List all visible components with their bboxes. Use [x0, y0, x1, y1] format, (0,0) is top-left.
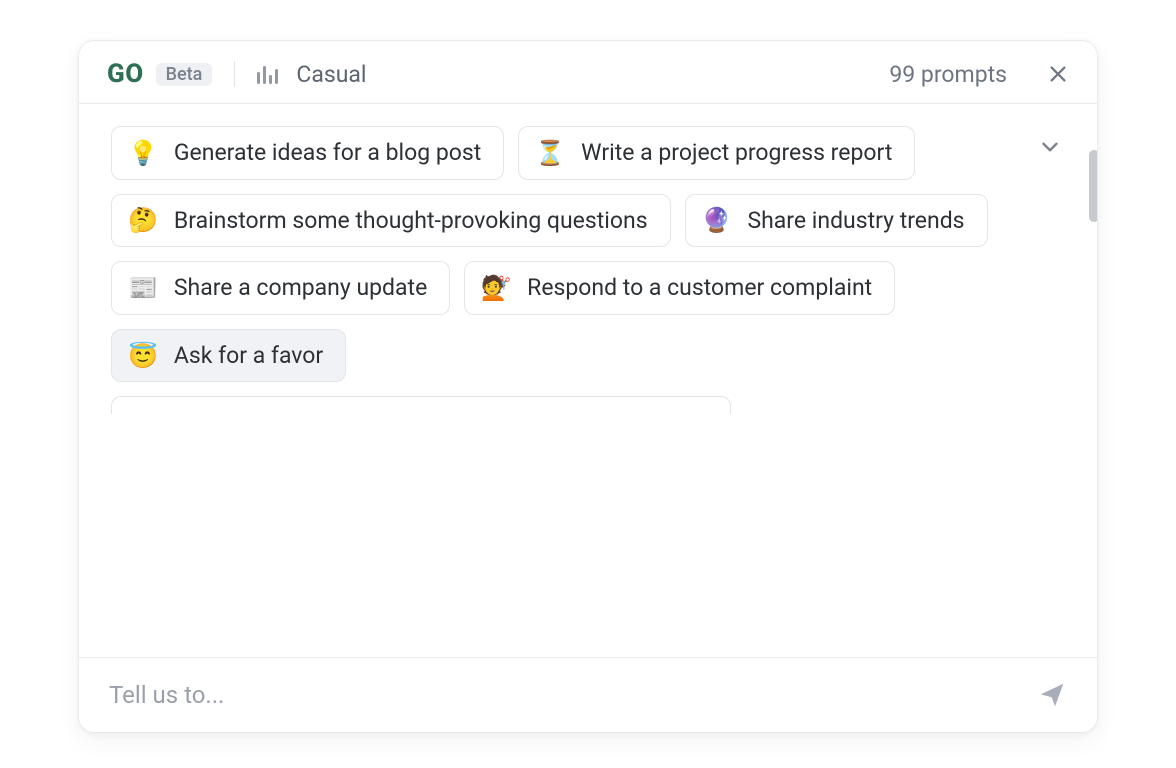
header-divider — [234, 61, 235, 87]
suggestion-chip[interactable]: 💇 Respond to a customer complaint — [464, 261, 895, 315]
suggestion-label: Ask for a favor — [174, 342, 323, 370]
beta-badge: Beta — [156, 63, 213, 86]
suggestion-emoji-icon: 📰 — [128, 276, 158, 300]
suggestion-label: Write a project progress report — [581, 139, 892, 167]
compose-bar — [79, 657, 1097, 732]
close-icon[interactable] — [1047, 63, 1069, 85]
suggestion-emoji-icon: 🤔 — [128, 208, 158, 232]
suggestion-chip[interactable]: 📰 Share a company update — [111, 261, 450, 315]
suggestion-label: Share industry trends — [747, 207, 964, 235]
suggestion-label: Generate ideas for a blog post — [174, 139, 481, 167]
suggestion-chip[interactable]: 🔮 Share industry trends — [685, 194, 988, 248]
chevron-down-icon[interactable] — [1037, 134, 1063, 160]
suggestion-emoji-icon: 🔮 — [702, 208, 732, 232]
tone-icon[interactable] — [257, 64, 278, 84]
suggestions-area: 💡 Generate ideas for a blog post ⏳ Write a … — [79, 103, 1097, 657]
suggestion-label: Brainstorm some thought-provoking questi… — [174, 207, 648, 235]
panel-header: GO Beta Casual 99 prompts — [79, 41, 1097, 103]
suggestion-chip-list: 💡 Generate ideas for a blog post ⏳ Write a … — [111, 126, 1065, 382]
suggestion-chip[interactable]: 🤔 Brainstorm some thought-provoking quest… — [111, 194, 671, 248]
suggestion-emoji-icon: 💡 — [128, 141, 158, 165]
suggestion-label: Share a company update — [174, 274, 427, 302]
compose-input[interactable] — [109, 681, 1037, 709]
tone-label[interactable]: Casual — [296, 61, 366, 88]
suggestion-emoji-icon: 💇 — [481, 276, 511, 300]
go-panel: GO Beta Casual 99 prompts 💡 Generate idea… — [78, 40, 1098, 733]
suggestion-chip[interactable]: 😇 Ask for a favor — [111, 329, 346, 383]
suggestion-chip-peek — [111, 396, 731, 414]
send-icon[interactable] — [1037, 680, 1067, 710]
app-logo: GO — [107, 59, 144, 89]
suggestion-emoji-icon: 😇 — [128, 344, 158, 368]
prompts-remaining: 99 prompts — [889, 61, 1007, 88]
scrollbar-thumb[interactable] — [1089, 150, 1097, 222]
suggestion-emoji-icon: ⏳ — [535, 141, 565, 165]
suggestion-chip[interactable]: ⏳ Write a project progress report — [518, 126, 915, 180]
suggestion-label: Respond to a customer complaint — [527, 274, 872, 302]
suggestion-chip[interactable]: 💡 Generate ideas for a blog post — [111, 126, 504, 180]
